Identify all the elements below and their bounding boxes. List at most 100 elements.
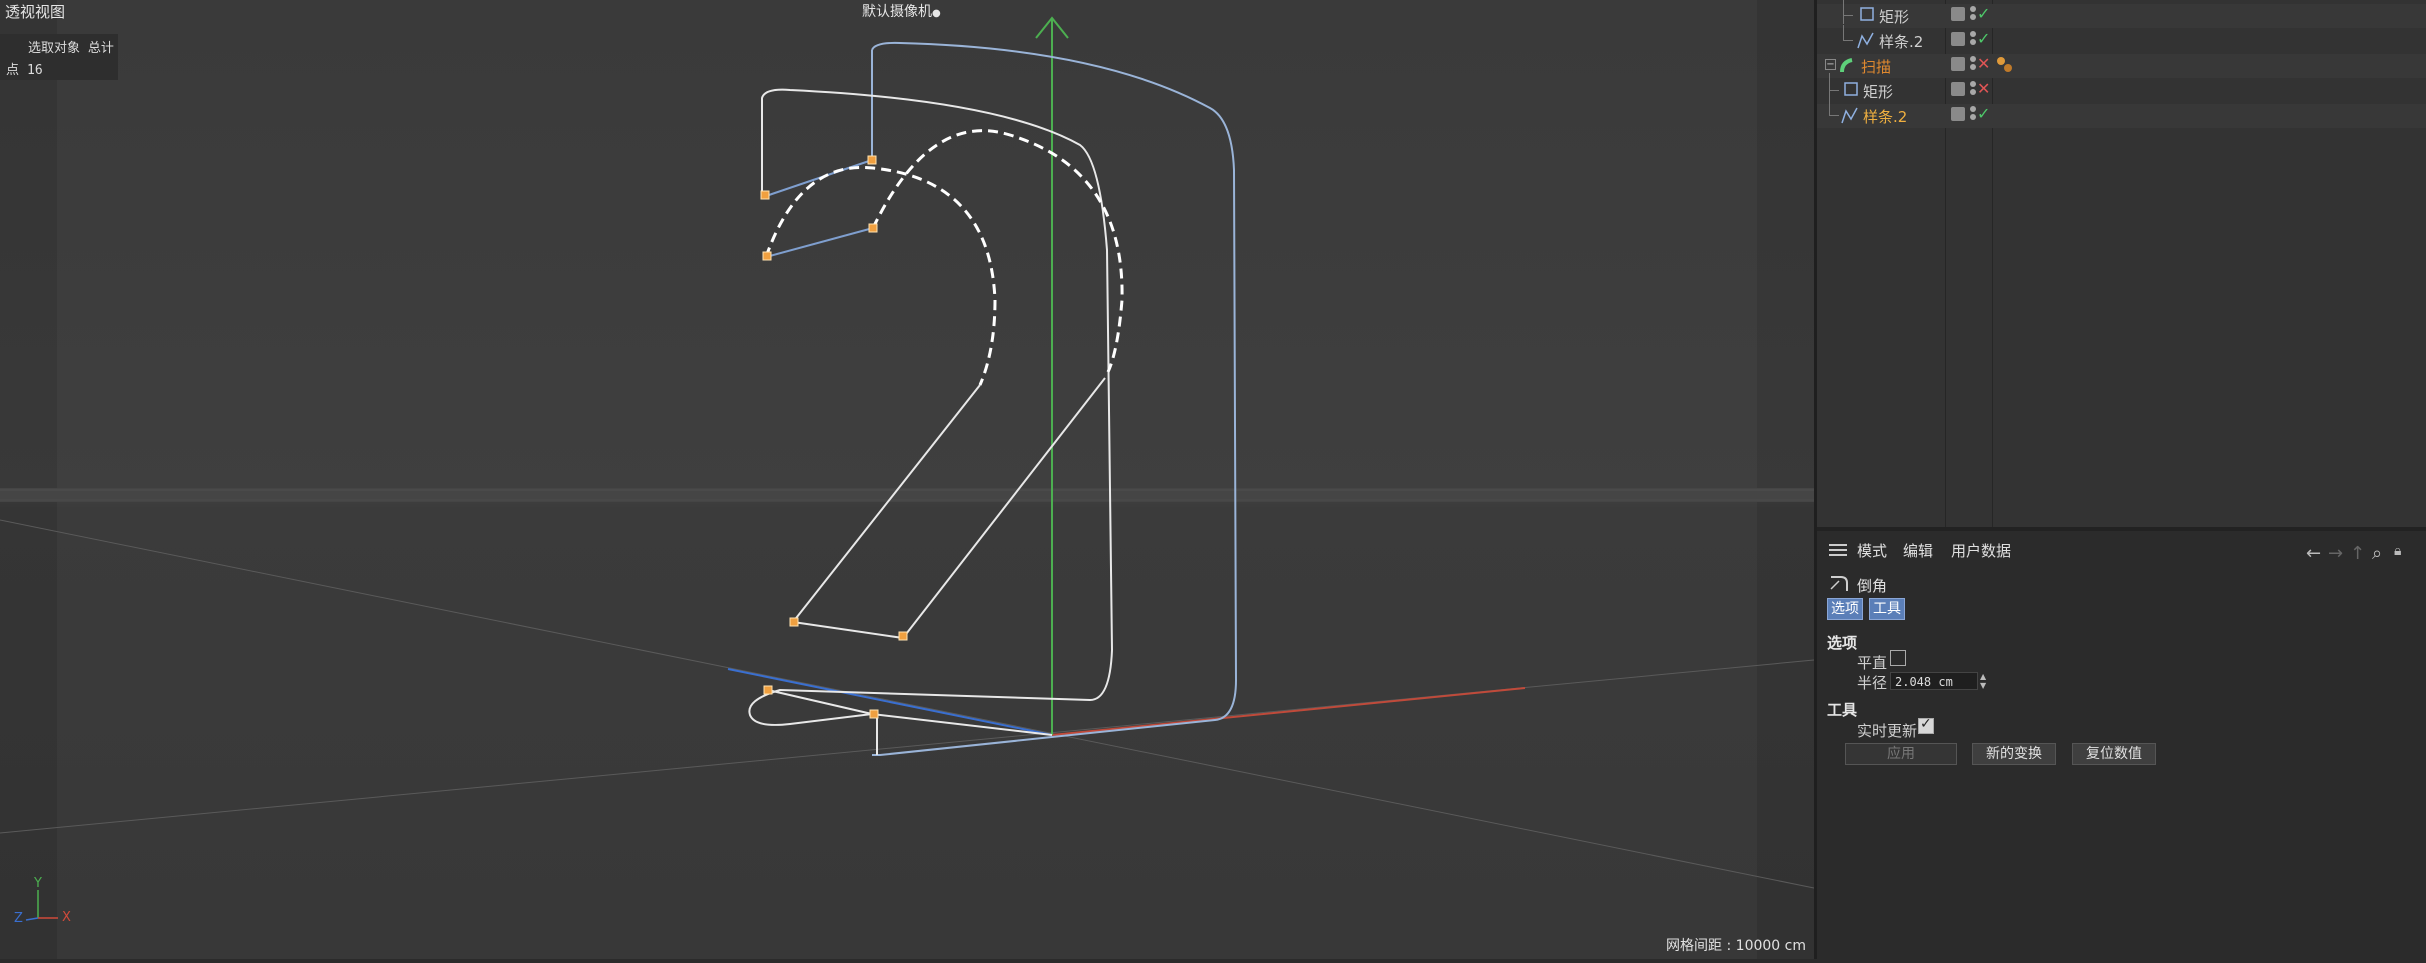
point-3 (867, 155, 877, 165)
scene-canvas[interactable] (0, 0, 1814, 959)
enabled-check-icon[interactable]: ✓ (1977, 29, 1990, 48)
stats-header: 选取对象 总计 (28, 41, 114, 56)
object-name: 扫描 (1861, 58, 1892, 76)
attribute-menu-bar: 模式 编辑 用户数据 ← → ↑ ⌕ 🔒︎ (1817, 537, 2426, 564)
back-arrow-icon[interactable]: ← (2306, 543, 2321, 564)
realtime-update-checkbox[interactable] (1918, 716, 1934, 734)
section-tool-heading: 工具 (1827, 701, 1858, 719)
tree-line (1843, 25, 1844, 41)
disabled-cross-icon[interactable]: ✕ (1977, 54, 1990, 73)
enabled-check-icon[interactable]: ✓ (1977, 4, 1990, 23)
radius-label: 半径 (1857, 674, 1888, 692)
visibility-dots-icon[interactable] (1970, 56, 1976, 76)
gizmo-z-label: Z (14, 911, 23, 926)
visibility-dots-icon[interactable] (1970, 81, 1976, 101)
tab-tool[interactable]: 工具 (1869, 598, 1905, 620)
menu-edit[interactable]: 编辑 (1903, 540, 1933, 561)
object-row-sweep[interactable]: − 扫描 ✕ (1817, 54, 2426, 78)
enabled-check-icon[interactable]: ✓ (1977, 104, 1990, 123)
stats-points-label: 点 (6, 63, 20, 78)
perspective-viewport[interactable]: 透视视图 选取对象 总计 点 16 默认摄像机● Y X Z 网格间距 : 100… (0, 0, 1814, 959)
edit-tag-icon[interactable] (1951, 57, 1965, 71)
viewport-title[interactable]: 透视视图 (5, 1, 65, 22)
grid-line-1 (0, 519, 1814, 889)
radius-input[interactable]: 2.048 cm (1890, 672, 1978, 690)
nav-icons: ← → ↑ ⌕ 🔒︎ (2306, 543, 2426, 567)
gizmo-y-label: Y (34, 876, 42, 891)
visibility-dots-icon[interactable] (1970, 6, 1976, 26)
grid-line-2 (0, 659, 1814, 834)
new-transform-button[interactable]: 新的变换 (1972, 743, 2056, 765)
realtime-update-label: 实时更新 (1857, 722, 1918, 740)
edit-tag-icon[interactable] (1951, 32, 1965, 46)
tree-line (1829, 98, 1830, 116)
bevel-tool-icon (1830, 576, 1848, 591)
camera-name: 默认摄像机 (862, 4, 932, 20)
section-options-heading: 选项 (1827, 634, 1858, 652)
point-1 (760, 190, 770, 200)
up-arrow-icon[interactable]: ↑ (2350, 543, 2365, 564)
sweep-icon (1840, 58, 1853, 73)
object-name: 样条.2 (1863, 108, 1908, 126)
outer-white-spline (748, 88, 1114, 736)
tree-line (1843, 0, 1844, 24)
forward-arrow-icon[interactable]: → (2328, 543, 2343, 564)
point-8 (869, 709, 879, 719)
object-name: 样条.2 (1879, 33, 1924, 51)
visibility-dots-icon[interactable] (1970, 31, 1976, 51)
profile-diagonals (791, 377, 1106, 640)
search-icon[interactable]: ⌕ (2372, 543, 2382, 564)
reset-values-button[interactable]: 复位数值 (2072, 743, 2156, 765)
object-row-spline-2[interactable]: 样条.2 ✓ (1817, 98, 2426, 128)
object-row-rectangle-1[interactable]: 矩形 ✓ (1817, 0, 2426, 28)
point-6 (898, 631, 908, 641)
point-7 (763, 685, 773, 695)
edit-tag-icon[interactable] (1951, 7, 1965, 21)
tab-options[interactable]: 选项 (1827, 598, 1863, 620)
tree-line (1843, 40, 1853, 41)
flat-label: 平直 (1857, 654, 1888, 672)
stats-points-value: 16 (27, 63, 43, 78)
object-name: 矩形 (1863, 83, 1894, 101)
lock-icon[interactable]: 🔒︎ (2394, 543, 2401, 559)
outer-blue-spline (871, 41, 1238, 756)
material-tag-icon[interactable] (1997, 57, 2005, 65)
object-row-rectangle-2[interactable]: 矩形 ✕ (1817, 73, 2426, 103)
point-2 (762, 251, 772, 261)
selection-stats-panel: 选取对象 总计 点 16 (0, 34, 118, 80)
selected-points (760, 155, 908, 719)
rectangle-icon (1844, 82, 1858, 96)
blue-profile-segment-1 (765, 227, 874, 258)
inner-dashed-arc (764, 165, 997, 386)
edit-tag-icon[interactable] (1951, 107, 1965, 121)
axis-gizmo-graphic (25, 890, 58, 921)
spline-icon (1857, 32, 1874, 49)
material-tag-icon-2[interactable] (2004, 64, 2012, 72)
object-manager[interactable]: 矩形 ✓ 样条.2 ✓ − 扫描 ✕ 矩形 ✕ 样条.2 ✓ (1817, 0, 2426, 527)
menu-mode[interactable]: 模式 (1857, 540, 1887, 561)
visibility-dots-icon[interactable] (1970, 106, 1976, 126)
camera-label[interactable]: 默认摄像机● (862, 1, 941, 21)
point-4 (868, 223, 878, 233)
radius-stepper-icon[interactable]: ▲ ▼ (1980, 672, 1990, 690)
object-row-spline-1[interactable]: 样条.2 ✓ (1817, 25, 2426, 53)
collapse-toggle-icon[interactable]: − (1825, 59, 1836, 70)
stats-points-row: 点 16 (6, 59, 43, 78)
camera-dots-icon: ● (932, 8, 941, 19)
outer-dashed-arc (871, 129, 1124, 373)
gizmo-x-label: X (62, 910, 71, 925)
spline-icon (1841, 107, 1858, 124)
flat-checkbox[interactable] (1890, 650, 1906, 666)
tool-title: 倒角 (1857, 577, 1888, 595)
apply-button[interactable]: 应用 (1845, 743, 1957, 765)
edit-tag-icon[interactable] (1951, 82, 1965, 96)
point-5 (789, 617, 799, 627)
grid-spacing-readout: 网格间距 : 10000 cm (1666, 938, 1806, 954)
disabled-cross-icon[interactable]: ✕ (1977, 79, 1990, 98)
menu-user-data[interactable]: 用户数据 (1951, 540, 2011, 561)
object-name: 矩形 (1879, 8, 1910, 26)
tree-line (1829, 90, 1839, 91)
menu-icon[interactable] (1829, 544, 1847, 556)
attribute-manager: 模式 编辑 用户数据 ← → ↑ ⌕ 🔒︎ 倒角 选项 工具 选项 平直 半径 … (1817, 527, 2426, 963)
right-panel: 矩形 ✓ 样条.2 ✓ − 扫描 ✕ 矩形 ✕ 样条.2 ✓ 模式 编辑 用户数… (1814, 0, 2426, 963)
